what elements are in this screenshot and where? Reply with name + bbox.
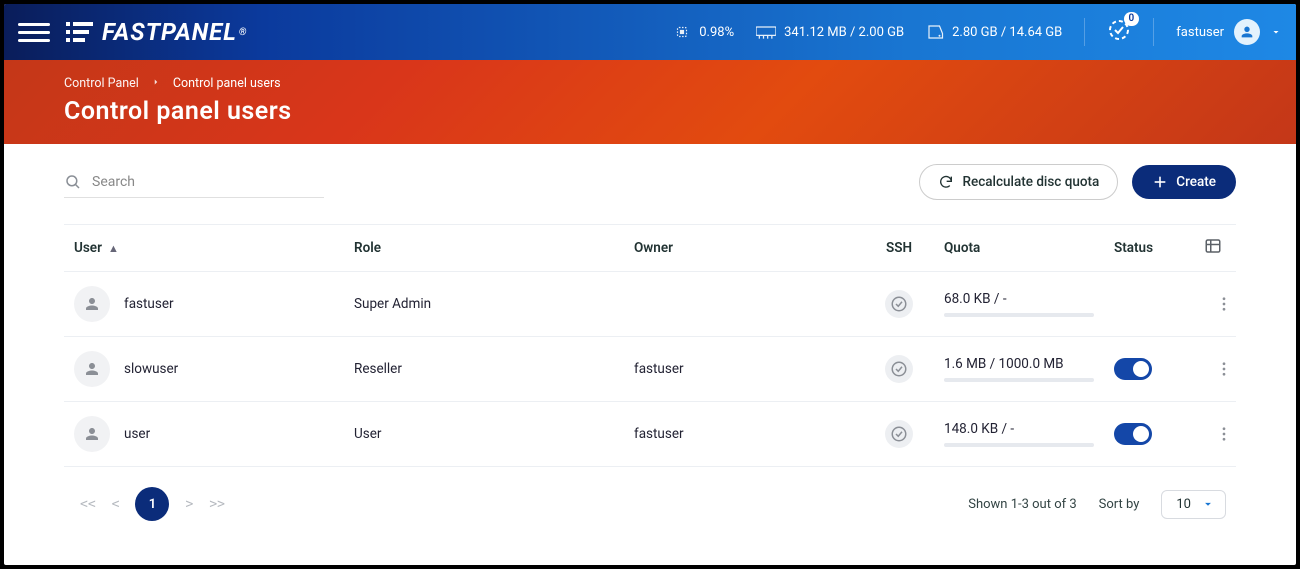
col-ssh[interactable]: SSH — [854, 240, 944, 256]
vertical-divider — [1084, 18, 1085, 46]
quota-progress-bar — [944, 313, 1094, 317]
quota-text: 68.0 KB / - — [944, 291, 1114, 307]
user-name[interactable]: slowuser — [124, 361, 178, 377]
pagination: << < 1 > >> — [80, 487, 225, 521]
ssh-enabled-icon[interactable] — [885, 290, 913, 318]
create-button[interactable]: Create — [1132, 165, 1236, 199]
col-user[interactable]: User ▲ — [74, 240, 354, 256]
columns-settings-icon[interactable] — [1204, 237, 1244, 259]
current-username: fastuser — [1176, 25, 1224, 40]
user-role: Super Admin — [354, 296, 634, 312]
user-role: User — [354, 426, 634, 442]
ssh-enabled-icon[interactable] — [885, 420, 913, 448]
pager-first[interactable]: << — [80, 497, 96, 512]
fastpanel-logo-icon — [66, 22, 96, 42]
vertical-divider — [1153, 18, 1154, 46]
disk-icon — [926, 23, 944, 41]
tasks-badge: 0 — [1124, 12, 1140, 26]
quota-text: 148.0 KB / - — [944, 421, 1114, 437]
page-title: Control panel users — [64, 97, 1236, 126]
chevron-down-icon — [1270, 26, 1282, 38]
top-app-bar: FASTPANEL® 0.98% 341.12 MB / 2.00 GB 2.8… — [4, 4, 1296, 60]
search-input[interactable] — [92, 174, 324, 190]
users-table: User ▲ Role Owner SSH Quota Status fastu… — [64, 224, 1236, 467]
row-actions-menu-icon[interactable] — [1204, 425, 1244, 443]
create-label: Create — [1176, 174, 1216, 190]
memory-usage-text: 341.12 MB / 2.00 GB — [784, 25, 904, 40]
disk-usage-stat[interactable]: 2.80 GB / 14.64 GB — [926, 23, 1062, 41]
row-actions-menu-icon[interactable] — [1204, 360, 1244, 378]
search-icon — [64, 173, 82, 191]
table-footer: << < 1 > >> Shown 1-3 out of 3 Sort by 1… — [64, 467, 1236, 541]
breadcrumb-root[interactable]: Control Panel — [64, 76, 139, 91]
table-header-row: User ▲ Role Owner SSH Quota Status — [64, 225, 1236, 272]
col-quota[interactable]: Quota — [944, 240, 1114, 256]
cpu-icon — [673, 23, 691, 41]
memory-icon — [756, 25, 776, 39]
page-header: Control Panel Control panel users Contro… — [4, 60, 1296, 144]
user-avatar-icon — [74, 351, 110, 387]
sortby-label: Sort by — [1099, 497, 1140, 512]
user-owner: fastuser — [634, 361, 854, 377]
recalculate-label: Recalculate disc quota — [962, 174, 1099, 190]
sort-asc-icon: ▲ — [108, 242, 119, 255]
col-role[interactable]: Role — [354, 240, 634, 256]
user-avatar-icon — [74, 286, 110, 322]
user-avatar-icon — [1234, 19, 1260, 45]
breadcrumb: Control Panel Control panel users — [64, 76, 1236, 91]
logo[interactable]: FASTPANEL® — [66, 18, 247, 46]
col-status[interactable]: Status — [1114, 240, 1204, 256]
user-owner: fastuser — [634, 426, 854, 442]
ssh-enabled-icon[interactable] — [885, 355, 913, 383]
pager-last[interactable]: >> — [209, 497, 225, 512]
search-container — [64, 167, 324, 198]
logo-text: FASTPANEL — [102, 18, 237, 46]
row-actions-menu-icon[interactable] — [1204, 295, 1244, 313]
menu-hamburger-icon[interactable] — [18, 16, 50, 48]
user-avatar-icon — [74, 416, 110, 452]
memory-usage-stat[interactable]: 341.12 MB / 2.00 GB — [756, 25, 904, 40]
pager-prev[interactable]: < — [112, 497, 120, 512]
pager-current-page[interactable]: 1 — [135, 487, 169, 521]
page-size-select[interactable]: 10 — [1161, 490, 1226, 519]
col-owner[interactable]: Owner — [634, 240, 854, 256]
chevron-right-icon — [151, 76, 161, 91]
disk-usage-text: 2.80 GB / 14.64 GB — [952, 25, 1062, 40]
breadcrumb-current: Control panel users — [173, 76, 281, 91]
pager-next[interactable]: > — [185, 497, 193, 512]
user-name[interactable]: user — [124, 426, 150, 442]
table-row: fastuser Super Admin 68.0 KB / - — [64, 272, 1236, 337]
refresh-icon — [938, 174, 954, 190]
recalculate-quota-button[interactable]: Recalculate disc quota — [919, 164, 1118, 200]
table-row: user User fastuser 148.0 KB / - — [64, 402, 1236, 467]
cpu-usage-stat[interactable]: 0.98% — [673, 23, 734, 41]
quota-progress-bar — [944, 443, 1094, 447]
status-toggle[interactable] — [1114, 423, 1152, 445]
user-role: Reseller — [354, 361, 634, 377]
table-row: slowuser Reseller fastuser 1.6 MB / 1000… — [64, 337, 1236, 402]
trademark: ® — [239, 27, 248, 38]
tasks-indicator-icon[interactable]: 0 — [1107, 18, 1131, 46]
status-toggle[interactable] — [1114, 358, 1152, 380]
user-name[interactable]: fastuser — [124, 296, 174, 312]
page-size-value: 10 — [1176, 497, 1191, 512]
quota-progress-bar — [944, 378, 1094, 382]
plus-icon — [1152, 174, 1168, 190]
chevron-down-icon — [1201, 497, 1215, 511]
user-menu-toggle[interactable]: fastuser — [1176, 19, 1282, 45]
cpu-usage-text: 0.98% — [699, 25, 734, 40]
shown-results-text: Shown 1-3 out of 3 — [968, 497, 1076, 512]
quota-text: 1.6 MB / 1000.0 MB — [944, 356, 1114, 372]
